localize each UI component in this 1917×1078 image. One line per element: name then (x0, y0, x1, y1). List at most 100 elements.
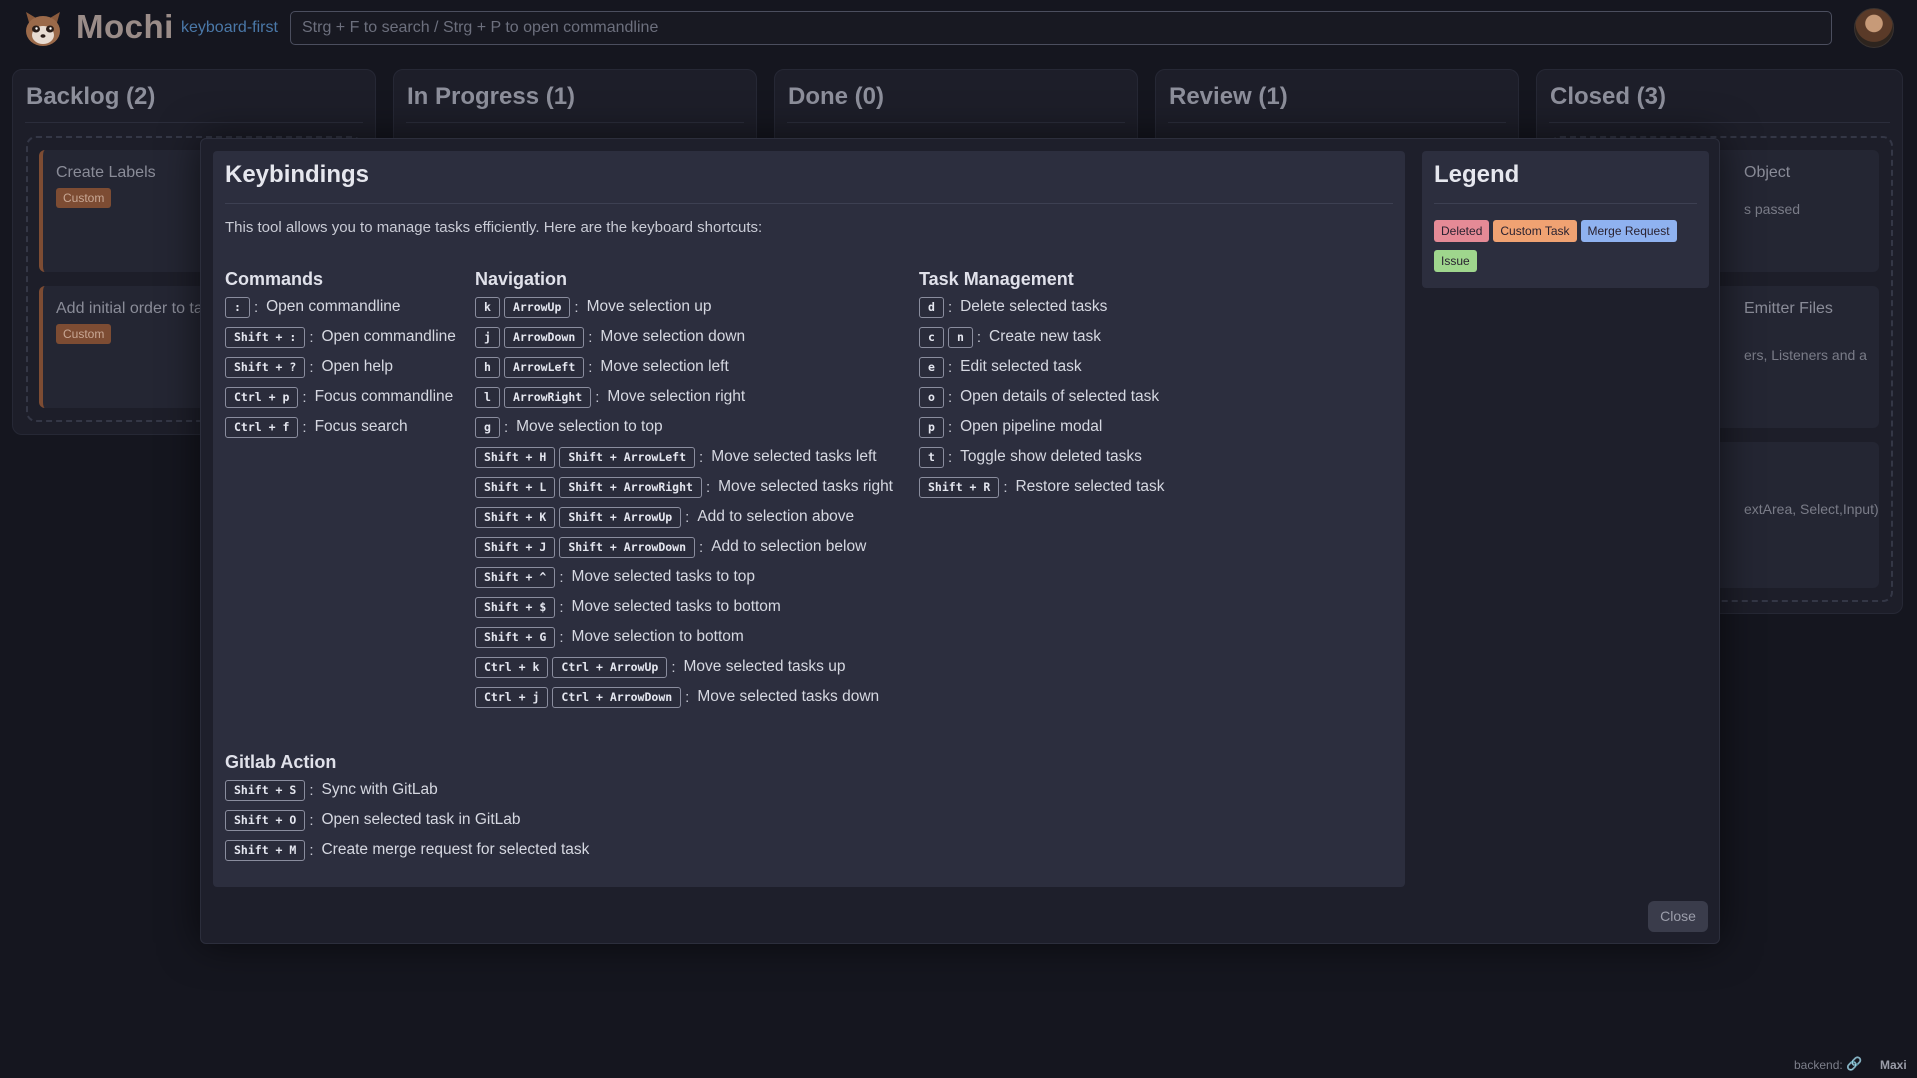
user-avatar[interactable] (1854, 8, 1894, 48)
keybinding-separator: : (947, 388, 953, 406)
keybinding-separator: : (253, 298, 259, 316)
key-badge: o (919, 386, 944, 408)
keybinding-description: Move selection up (586, 298, 712, 315)
key-badge: n (947, 326, 973, 348)
keybinding-row: Shift + L Shift + ArrowRight: Move selecte… (475, 475, 893, 499)
keybinding-separator: : (699, 448, 704, 466)
keybinding-row: Shift + G: Move selection to bottom (475, 625, 744, 649)
key-badge: Shift + ArrowRight (559, 476, 702, 498)
keybinding-separator: : (588, 358, 593, 376)
keybinding-row: Shift + M: Create merge request for selec… (225, 838, 589, 862)
keybinding-row: Shift + :: Open commandline (225, 325, 456, 349)
red-panda-logo-icon (26, 12, 60, 46)
keybinding-description: Open selected task in GitLab (321, 811, 521, 828)
keybindings-modal: Keybindings This tool allows you to mana… (200, 138, 1720, 944)
app-title: Mochi (76, 8, 174, 45)
keybinding-separator: : (559, 598, 564, 616)
search-input[interactable]: Strg + F to search / Strg + P to open co… (290, 11, 1832, 45)
app-subtitle: keyboard-first (181, 19, 278, 36)
key-badge: : (225, 296, 250, 318)
keybinding-row: h ArrowLeft: Move selection left (475, 355, 729, 379)
section-title-commands: Commands (225, 269, 324, 289)
keybinding-row: o: Open details of selected task (919, 385, 1159, 409)
keybinding-separator: : (309, 841, 314, 859)
keybinding-row: Shift + K Shift + ArrowUp: Add to selectio… (475, 505, 854, 529)
keybinding-row: j ArrowDown: Move selection down (475, 325, 745, 349)
legend-badge-merge-request: Merge Request (1580, 220, 1677, 242)
key-badge: Shift + M (225, 839, 306, 861)
keybinding-row: Ctrl + j Ctrl + ArrowDown: Move selected t… (475, 685, 879, 709)
key-badge: Shift + J (475, 536, 556, 558)
keybinding-description: Toggle show deleted tasks (960, 448, 1142, 465)
keybindings-divider (225, 203, 1393, 204)
legend-title: Legend (1434, 161, 1520, 188)
keybinding-description: Open commandline (266, 298, 401, 315)
keybinding-row: :: Open commandline (225, 295, 401, 319)
key-badge: d (919, 296, 944, 318)
keybinding-row: Shift + H Shift + ArrowLeft: Move selected… (475, 445, 877, 469)
key-badge: Shift + : (225, 326, 306, 348)
column-divider (25, 122, 363, 123)
keybinding-separator: : (309, 358, 314, 376)
keybinding-row: e: Edit selected task (919, 355, 1082, 379)
keybinding-row: Shift + ?: Open help (225, 355, 393, 379)
keybinding-description: Move selection down (600, 328, 746, 345)
close-button[interactable]: Close (1648, 901, 1708, 932)
key-badge: ArrowRight (503, 386, 592, 408)
column-title: In Progress (1) (407, 83, 576, 110)
legend-divider (1434, 203, 1697, 204)
section-title-task-management: Task Management (919, 269, 1074, 289)
keybinding-description: Create new task (989, 328, 1102, 345)
keybinding-row: t: Toggle show deleted tasks (919, 445, 1142, 469)
keybinding-description: Move selection left (600, 358, 729, 375)
keybinding-separator: : (503, 418, 509, 436)
key-badge: Ctrl + ArrowDown (552, 686, 682, 708)
key-badge: p (919, 416, 944, 438)
task-card-title: Create Labels (56, 164, 156, 181)
keybinding-description: Move selected tasks to bottom (571, 598, 781, 615)
keybinding-description: Move selection to top (516, 418, 663, 435)
column-divider (787, 122, 1125, 123)
key-badge: Shift + ^ (475, 566, 556, 588)
keybinding-row: d: Delete selected tasks (919, 295, 1107, 319)
keybinding-separator: : (671, 658, 676, 676)
task-card-text: extArea, Select,Input) (1744, 501, 1879, 517)
key-badge: Shift + ArrowUp (559, 506, 682, 528)
key-badge: h (475, 356, 500, 378)
keybinding-row: Shift + S: Sync with GitLab (225, 778, 438, 802)
column-divider (1168, 122, 1506, 123)
key-badge: t (919, 446, 944, 468)
keybinding-separator: : (559, 568, 564, 586)
key-badge: ArrowLeft (503, 356, 585, 378)
key-badge: Ctrl + k (475, 656, 549, 678)
legend-badges: Deleted Custom Task Merge Request Issue (1434, 220, 1704, 280)
keybinding-separator: : (947, 358, 953, 376)
keybinding-description: Move selection to bottom (571, 628, 744, 645)
keybinding-description: Add to selection above (697, 508, 855, 525)
app-header: Mochi keyboard-first Strg + F to search … (0, 0, 1917, 56)
keybinding-description: Delete selected tasks (960, 298, 1108, 315)
keybinding-description: Open details of selected task (960, 388, 1160, 405)
section-title-navigation: Navigation (475, 269, 568, 289)
keybinding-separator: : (685, 508, 690, 526)
key-badge: k (475, 296, 500, 318)
key-badge: Shift + G (475, 626, 556, 648)
legend-badge-deleted: Deleted (1434, 220, 1490, 242)
keybinding-separator: : (574, 298, 579, 316)
keybinding-separator: : (559, 628, 564, 646)
keybinding-description: Move selected tasks right (718, 478, 893, 495)
column-title: Backlog (2) (26, 83, 156, 110)
task-card-title: Emitter Files (1744, 300, 1833, 317)
key-badge: j (475, 326, 500, 348)
column-title: Done (0) (788, 83, 884, 110)
key-badge: Shift + R (919, 476, 1000, 498)
link-icon[interactable]: 🔗 (1846, 1056, 1862, 1072)
keybinding-row: c n: Create new task (919, 325, 1101, 349)
keybinding-separator: : (595, 388, 600, 406)
key-badge: e (919, 356, 944, 378)
keybinding-description: Focus commandline (314, 388, 454, 405)
task-card-title: Object (1744, 164, 1791, 181)
keybinding-row: Shift + O: Open selected task in GitLab (225, 808, 521, 832)
keybinding-row: Ctrl + f: Focus search (225, 415, 408, 439)
key-badge: Ctrl + j (475, 686, 549, 708)
